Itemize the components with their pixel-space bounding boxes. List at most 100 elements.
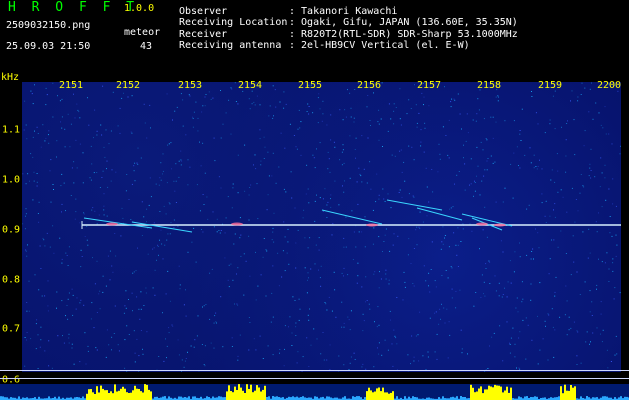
noise-speck — [61, 98, 63, 100]
noise-speck — [450, 101, 452, 103]
noise-speck — [354, 149, 356, 150]
noise-speck — [98, 293, 100, 295]
signal-bar — [244, 393, 246, 400]
noise-speck — [35, 348, 37, 350]
noise-speck — [568, 329, 570, 331]
noise-speck — [518, 337, 520, 339]
noise-speck — [485, 263, 487, 265]
noise-speck — [271, 239, 273, 241]
noise-speck — [554, 295, 556, 297]
noise-speck — [326, 217, 328, 218]
signal-bar — [98, 392, 100, 400]
noise-speck — [418, 360, 420, 362]
noise-speck — [175, 163, 177, 165]
noise-speck — [370, 125, 371, 126]
noise-speck — [49, 170, 51, 172]
signal-bar — [260, 391, 262, 400]
noise-speck — [413, 196, 415, 198]
noise-speck — [250, 184, 252, 186]
noise-speck — [225, 217, 227, 219]
signal-bar — [602, 396, 604, 400]
noise-speck — [158, 356, 160, 357]
noise-speck — [128, 299, 129, 300]
noise-speck — [193, 111, 195, 113]
spectrogram-canvas — [22, 82, 621, 373]
noise-speck — [320, 265, 322, 267]
noise-speck — [32, 103, 34, 105]
noise-speck — [343, 322, 345, 324]
noise-speck — [378, 353, 380, 355]
noise-speck — [273, 115, 274, 117]
noise-speck — [369, 308, 371, 310]
noise-speck — [146, 208, 148, 210]
noise-speck — [589, 343, 590, 345]
noise-speck — [577, 331, 579, 333]
noise-speck — [483, 293, 484, 295]
signal-bar — [562, 393, 564, 400]
noise-speck — [259, 335, 261, 337]
noise-speck — [287, 241, 289, 243]
noise-speck — [159, 239, 160, 241]
noise-speck — [166, 239, 168, 241]
noise-speck — [126, 325, 128, 327]
noise-speck — [192, 126, 194, 128]
signal-bar — [474, 392, 476, 400]
noise-speck — [343, 162, 345, 164]
noise-speck — [79, 361, 81, 363]
noise-speck — [377, 121, 379, 123]
noise-speck — [57, 95, 58, 97]
noise-speck — [196, 184, 198, 186]
noise-speck — [138, 308, 140, 310]
signal-bar — [234, 386, 236, 400]
noise-speck — [180, 150, 182, 152]
noise-speck — [196, 335, 198, 337]
noise-speck — [584, 281, 586, 283]
noise-speck — [389, 250, 391, 252]
noise-speck — [589, 163, 591, 165]
noise-speck — [397, 235, 399, 237]
noise-speck — [413, 285, 415, 287]
noise-speck — [436, 358, 438, 360]
signal-bar — [246, 384, 248, 400]
noise-speck — [300, 121, 302, 123]
noise-speck — [513, 120, 515, 122]
noise-speck — [96, 130, 98, 132]
noise-speck — [62, 335, 63, 337]
noise-speck — [41, 295, 43, 297]
noise-speck — [343, 275, 344, 277]
noise-speck — [441, 241, 443, 243]
noise-speck — [439, 158, 441, 160]
noise-speck — [185, 315, 187, 317]
noise-speck — [102, 291, 104, 293]
noise-speck — [343, 326, 345, 328]
noise-speck — [319, 142, 321, 144]
signal-bar — [384, 392, 386, 400]
noise-speck — [61, 116, 63, 118]
noise-speck — [589, 290, 591, 292]
noise-speck — [451, 267, 453, 269]
noise-speck — [106, 215, 108, 217]
noise-speck — [26, 255, 28, 257]
noise-speck — [510, 163, 512, 165]
signal-bar — [248, 389, 250, 400]
noise-speck — [573, 119, 575, 121]
noise-speck — [307, 103, 309, 105]
noise-speck — [599, 186, 601, 188]
signal-bar — [494, 384, 496, 400]
noise-speck — [256, 183, 258, 185]
noise-speck — [390, 118, 392, 120]
noise-speck — [232, 187, 234, 189]
noise-speck — [589, 311, 591, 313]
signal-bar — [518, 396, 520, 400]
noise-speck — [36, 319, 38, 321]
noise-speck — [273, 212, 275, 214]
noise-speck — [32, 156, 34, 158]
noise-speck — [416, 126, 418, 128]
noise-speck — [212, 211, 214, 213]
signal-bar — [388, 393, 390, 400]
noise-speck — [504, 287, 505, 289]
signal-bar — [90, 389, 92, 400]
noise-speck — [387, 130, 389, 132]
reference-line — [0, 378, 629, 379]
noise-speck — [600, 333, 601, 335]
